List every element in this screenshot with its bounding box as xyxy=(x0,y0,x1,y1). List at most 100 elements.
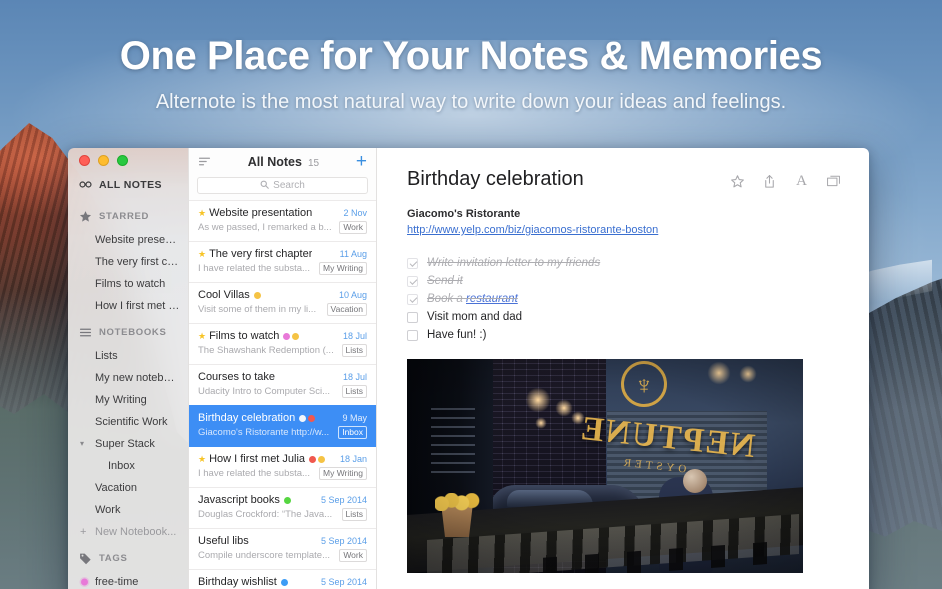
new-notebook-button[interactable]: + New Notebook... xyxy=(68,521,188,543)
sidebar-notebook-item[interactable]: Vacation xyxy=(68,477,188,499)
note-list-item[interactable]: ★ How I first met Julia 18 Jan I have re… xyxy=(189,446,376,487)
note-title: How I first met Julia xyxy=(209,453,306,465)
sidebar-starred-item[interactable]: The very first cha... xyxy=(68,251,188,273)
note-notebook-badge: Inbox xyxy=(338,426,367,439)
maximize-button[interactable] xyxy=(117,155,128,166)
sidebar-notebook-item[interactable]: Work xyxy=(68,499,188,521)
sidebar-notebook-item[interactable]: My new notebook xyxy=(68,367,188,389)
window-traffic-lights xyxy=(68,148,188,173)
sidebar-notebook-item[interactable]: My Writing xyxy=(68,389,188,411)
sidebar-notebooks-label: NOTEBOOKS xyxy=(99,327,167,338)
note-list-item[interactable]: Courses to take 18 Jul Udacity Intro to … xyxy=(189,364,376,405)
note-title: Website presentation xyxy=(209,207,313,219)
note-date: 2 Nov xyxy=(343,208,367,218)
note-list-item[interactable]: Birthday wishlist 5 Sep 2014 Me To You B… xyxy=(189,569,376,589)
note-title: Useful libs xyxy=(198,535,249,547)
note-date: 18 Jan xyxy=(339,454,367,464)
note-editor: Birthday celebration A Giacomo's Ristora… xyxy=(376,148,869,589)
note-photo: NEPTUNE OYSTER xyxy=(407,359,803,573)
star-outline-icon[interactable] xyxy=(730,174,745,189)
sidebar-notebook-item[interactable]: Inbox xyxy=(68,455,188,477)
note-title: Films to watch xyxy=(209,330,280,342)
checklist-item[interactable]: Send it xyxy=(407,272,841,290)
note-list-item[interactable]: Useful libs 5 Sep 2014 Compile underscor… xyxy=(189,528,376,569)
note-date: 18 Jul xyxy=(342,331,367,341)
checklist-item[interactable]: Write invitation letter to my friends xyxy=(407,254,841,272)
note-notebook-badge: Lists xyxy=(341,385,367,398)
tag-color-dot xyxy=(309,455,317,463)
sidebar-notebooks-list: Lists My new notebook My Writing Scienti… xyxy=(68,345,188,543)
checklist-item[interactable]: Visit mom and dad xyxy=(407,308,841,326)
checkbox-unchecked[interactable] xyxy=(407,311,418,323)
starred-icon: ★ xyxy=(198,207,207,218)
hero-title: One Place for Your Notes & Memories xyxy=(119,34,823,78)
checkbox-checked[interactable] xyxy=(407,275,418,287)
checklist-label: Send it xyxy=(427,275,463,287)
checklist-item[interactable]: Book a restaurant xyxy=(407,290,841,308)
checklist-item[interactable]: Have fun! :) xyxy=(407,326,841,344)
note-date: 10 Aug xyxy=(338,290,367,300)
close-button[interactable] xyxy=(79,155,90,166)
note-list-panel: All Notes 15 + Search ★ Website presenta… xyxy=(188,148,376,589)
search-container: Search xyxy=(189,175,376,200)
presentation-icon[interactable] xyxy=(826,174,841,189)
share-icon[interactable] xyxy=(762,174,777,189)
checkbox-unchecked[interactable] xyxy=(407,329,418,341)
note-list-item[interactable]: Cool Villas 10 Aug Visit some of them in… xyxy=(189,282,376,323)
note-snippet: Udacity Intro to Computer Sci... xyxy=(198,386,330,397)
note-tag-dots xyxy=(283,332,300,340)
note-list-item[interactable]: ★ The very first chapter 11 Aug I have r… xyxy=(189,241,376,282)
sidebar-notebook-stack[interactable]: ▾ Super Stack xyxy=(68,433,188,455)
sort-icon[interactable] xyxy=(198,155,211,168)
note-list-item[interactable]: ★ Films to watch 18 Jul The Shawshank Re… xyxy=(189,323,376,364)
note-notebook-badge: My Writing xyxy=(319,262,367,275)
note-title: Birthday wishlist xyxy=(198,576,277,588)
sidebar-tag-item[interactable]: free-time xyxy=(68,571,188,589)
note-tag-dots xyxy=(283,496,291,504)
note-checklist: Write invitation letter to my friends Se… xyxy=(407,254,841,344)
chevron-down-icon: ▾ xyxy=(80,439,85,448)
font-icon[interactable]: A xyxy=(794,174,809,189)
note-title-heading[interactable]: Birthday celebration xyxy=(407,168,730,191)
note-snippet: Douglas Crockford: “The Java... xyxy=(198,509,333,520)
note-count: 15 xyxy=(307,157,320,169)
sidebar-section-tags: TAGS xyxy=(68,543,188,571)
sidebar-starred-list: Website presenta... The very first cha..… xyxy=(68,229,188,317)
checklist-inline-link[interactable]: restaurant xyxy=(466,293,518,305)
note-title: Javascript books xyxy=(198,494,280,506)
photo-vignette xyxy=(407,359,803,573)
checkbox-checked[interactable] xyxy=(407,257,418,269)
sidebar-starred-item[interactable]: Films to watch xyxy=(68,273,188,295)
hero-banner: One Place for Your Notes & Memories Alte… xyxy=(0,34,942,114)
search-input[interactable]: Search xyxy=(197,177,368,194)
sidebar-starred-item[interactable]: Website presenta... xyxy=(68,229,188,251)
sidebar-tag-label: free-time xyxy=(95,576,139,588)
minimize-button[interactable] xyxy=(98,155,109,166)
note-list-item[interactable]: Javascript books 5 Sep 2014 Douglas Croc… xyxy=(189,487,376,528)
checklist-label: Have fun! :) xyxy=(427,329,487,341)
note-list-item-selected[interactable]: Birthday celebration 9 May Giacomo's Ris… xyxy=(189,405,376,446)
new-note-button[interactable]: + xyxy=(356,152,367,171)
starred-icon: ★ xyxy=(198,453,207,464)
sidebar-item-all-notes[interactable]: ALL NOTES xyxy=(68,173,188,201)
checkbox-checked[interactable] xyxy=(407,293,418,305)
checklist-label: Book a restaurant xyxy=(427,293,518,305)
note-title: Cool Villas xyxy=(198,289,250,301)
sidebar-notebook-item[interactable]: Scientific Work xyxy=(68,411,188,433)
tag-color-dot xyxy=(253,291,261,299)
note-link[interactable]: http://www.yelp.com/biz/giacomos-ristora… xyxy=(407,224,658,236)
note-tag-dots xyxy=(253,291,261,299)
tag-color-dot xyxy=(318,455,326,463)
sidebar-starred-item[interactable]: How I first met Ju... xyxy=(68,295,188,317)
tag-color-dot xyxy=(292,332,300,340)
note-notebook-badge: My Writing xyxy=(319,467,367,480)
note-title: Birthday celebration xyxy=(198,412,296,424)
sidebar-section-notebooks: NOTEBOOKS xyxy=(68,317,188,345)
note-notebook-badge: Lists xyxy=(341,508,367,521)
sidebar-notebook-item[interactable]: Lists xyxy=(68,345,188,367)
sidebar-tags-label: TAGS xyxy=(99,553,128,564)
note-list-item[interactable]: ★ Website presentation 2 Nov As we passe… xyxy=(189,200,376,241)
sidebar-all-notes-label: ALL NOTES xyxy=(99,178,162,191)
checklist-label: Write invitation letter to my friends xyxy=(427,257,601,269)
note-tag-dots xyxy=(280,578,288,586)
